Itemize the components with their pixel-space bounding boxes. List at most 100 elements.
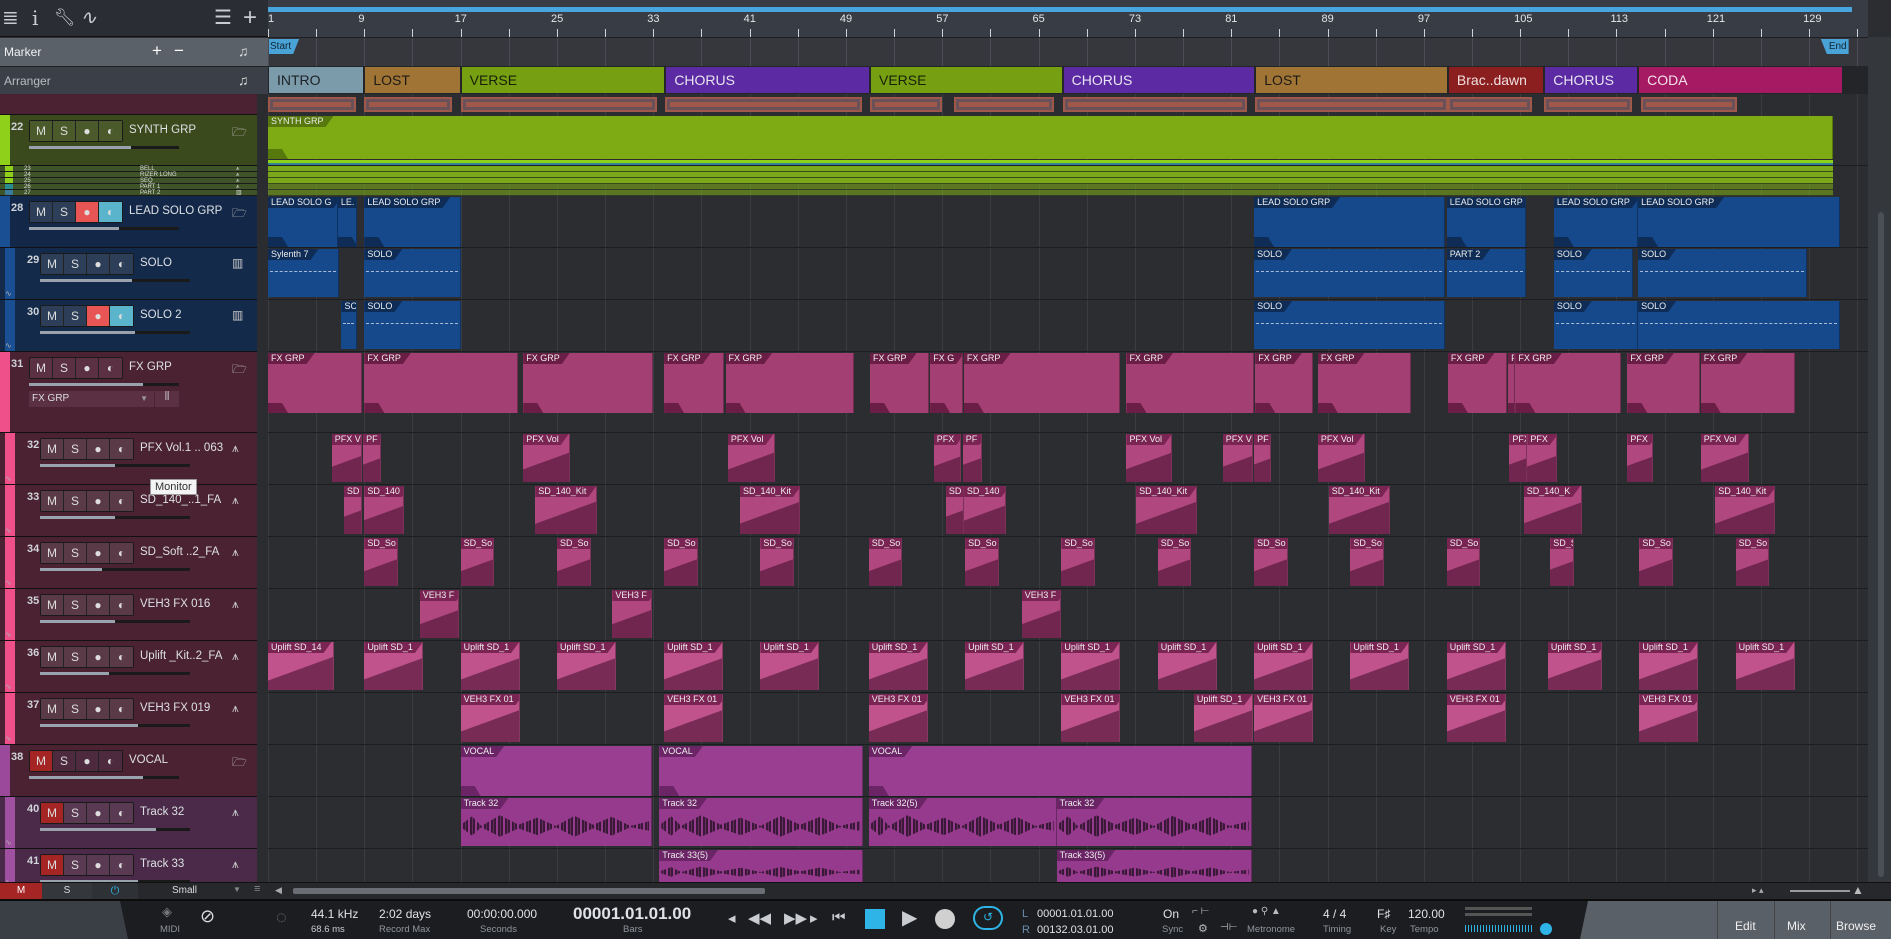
record-arm-button[interactable]: ● bbox=[87, 647, 110, 667]
mute-button[interactable]: M bbox=[41, 491, 64, 511]
clip[interactable]: PF bbox=[1254, 434, 1271, 482]
clip[interactable]: PFX Vol bbox=[523, 434, 571, 482]
toggle-icon[interactable] bbox=[1540, 923, 1552, 935]
clip[interactable]: SOLO bbox=[1553, 249, 1634, 297]
record-arm-button[interactable]: ● bbox=[87, 855, 110, 875]
mute-button[interactable]: M bbox=[30, 121, 53, 141]
play-button[interactable]: ▶ bbox=[902, 905, 917, 930]
fast-forward-icon[interactable]: ▶▶ bbox=[784, 909, 807, 927]
solo-button[interactable]: S bbox=[64, 439, 87, 459]
arranger-section-lost[interactable]: LOST bbox=[1256, 67, 1447, 93]
key-value[interactable]: F♯ bbox=[1377, 907, 1390, 921]
clip[interactable]: LEAD SOLO GRP bbox=[1254, 197, 1446, 247]
previous-marker-icon[interactable]: ◂ bbox=[728, 909, 736, 927]
track-header-31[interactable]: 31 M S ● ◐ FX GRP 🗁 FX GRP ▼ ⫼ bbox=[0, 352, 257, 433]
power-icon[interactable]: ⏻ bbox=[92, 883, 138, 899]
loop-left-value[interactable]: 00001.01.01.00 bbox=[1037, 908, 1113, 920]
track-name[interactable]: SD_140_..1_FA bbox=[140, 494, 235, 506]
edit-view-button[interactable]: Edit bbox=[1735, 919, 1756, 933]
track-header-40[interactable]: 40 M S ● ◐ Track 32 ⩚ ∿ bbox=[0, 797, 257, 849]
monitor-button[interactable]: ◐ bbox=[110, 803, 133, 823]
volume-fader[interactable] bbox=[40, 464, 190, 467]
track-header-41[interactable]: 41MS●◐Track 33⩚∿ bbox=[0, 849, 257, 882]
clip[interactable]: SD_So bbox=[1061, 538, 1096, 586]
bus-select[interactable]: FX GRP ▼ bbox=[29, 391, 154, 407]
clip[interactable]: SOLO bbox=[364, 301, 461, 349]
track-header-28[interactable]: 28 M S ● ◐ LEAD SOLO GRP 🗁 bbox=[0, 196, 257, 248]
clip[interactable]: PFX bbox=[1627, 434, 1653, 482]
volume-fader[interactable] bbox=[29, 383, 179, 386]
clip[interactable]: Uplift SD_1 bbox=[760, 642, 820, 690]
mute-button[interactable]: M bbox=[41, 254, 64, 274]
mute-button[interactable]: M bbox=[41, 306, 64, 326]
clip[interactable]: Uplift SD_1 bbox=[1547, 642, 1603, 690]
solo-button[interactable]: S bbox=[64, 647, 87, 667]
gear-icon[interactable]: ⚙ bbox=[1198, 922, 1208, 935]
clip[interactable]: LEAD SOLO G bbox=[268, 197, 338, 247]
clip[interactable]: LEAD SOLO GRP bbox=[1446, 197, 1527, 247]
arranger-section-chorus[interactable]: CHORUS bbox=[1545, 67, 1638, 93]
track-name[interactable]: VOCAL bbox=[129, 754, 224, 766]
record-arm-button[interactable]: ● bbox=[87, 699, 110, 719]
clip[interactable]: SOLO bbox=[1254, 301, 1446, 349]
clip[interactable]: Uplift SD_1 bbox=[868, 642, 928, 690]
record-arm-button[interactable]: ● bbox=[87, 491, 110, 511]
record-arm-button[interactable]: ● bbox=[76, 358, 99, 378]
clip[interactable]: PF bbox=[962, 434, 982, 482]
browse-view-button[interactable]: Browse bbox=[1836, 919, 1876, 933]
clip[interactable]: SOLO bbox=[1254, 249, 1446, 297]
mute-button[interactable]: M bbox=[30, 358, 53, 378]
clip[interactable]: VEH3 FX 01 bbox=[460, 694, 520, 742]
clip[interactable]: SOLO bbox=[1638, 249, 1807, 297]
clip[interactable]: Uplift SD_1 bbox=[1061, 642, 1121, 690]
track-name[interactable]: SYNTH GRP bbox=[129, 124, 224, 136]
clip[interactable]: PF bbox=[363, 434, 382, 482]
monitor-button[interactable]: ◐ bbox=[110, 439, 133, 459]
record-arm-button[interactable]: ● bbox=[87, 306, 110, 326]
volume-fader[interactable] bbox=[40, 516, 190, 519]
clip[interactable]: PFX V bbox=[331, 434, 362, 482]
clip[interactable]: Uplift SD_1 bbox=[364, 642, 424, 690]
solo-button[interactable]: S bbox=[64, 699, 87, 719]
monitor-button[interactable]: ◐ bbox=[110, 595, 133, 615]
mute-button[interactable]: M bbox=[41, 647, 64, 667]
clip[interactable]: LE. bbox=[337, 197, 358, 247]
track-header-34[interactable]: 34 M S ● ◐ SD_Soft ..2_FA ⩚ ∿ bbox=[0, 537, 257, 589]
clip[interactable]: FX GRP bbox=[870, 353, 929, 413]
automation-icon[interactable]: ∿ bbox=[5, 630, 12, 639]
arranger-section-lost[interactable]: LOST bbox=[365, 67, 460, 93]
clip[interactable]: LEAD SOLO GRP bbox=[1638, 197, 1841, 247]
chevron-down-icon[interactable]: ▼ bbox=[233, 885, 241, 894]
mute-button[interactable]: M bbox=[41, 595, 64, 615]
clip[interactable]: Uplift SD_1 bbox=[1157, 642, 1217, 690]
clip[interactable]: SD_140 bbox=[364, 486, 405, 534]
record-button[interactable] bbox=[935, 909, 955, 929]
track-header-37[interactable]: 37 M S ● ◐ VEH3 FX 019 ⩚ ∿ bbox=[0, 693, 257, 745]
clip[interactable]: SD_So bbox=[1446, 538, 1481, 586]
automation-icon[interactable]: ∿ bbox=[5, 341, 12, 350]
track-lanes[interactable]: SYNTH GRP LEAD SOLO G LE. LEAD SOLO GRP LEAD… bbox=[268, 94, 1868, 882]
clip[interactable]: SD_So bbox=[1639, 538, 1674, 586]
monitor-button[interactable]: ◐ bbox=[110, 254, 133, 274]
clip[interactable]: SD bbox=[945, 486, 964, 534]
volume-fader[interactable] bbox=[40, 279, 190, 282]
volume-fader[interactable] bbox=[40, 568, 190, 571]
clip[interactable]: Uplift SD_1 bbox=[1193, 694, 1253, 742]
rewind-icon[interactable]: ◀◀ bbox=[748, 909, 771, 927]
track-name[interactable]: Track 32 bbox=[140, 806, 235, 818]
automation-icon[interactable]: ∿ bbox=[5, 734, 12, 743]
clip[interactable]: SD_So bbox=[556, 538, 591, 586]
clip[interactable]: SD_So bbox=[1350, 538, 1385, 586]
clip[interactable]: Track 32 bbox=[1056, 798, 1252, 846]
track-header-30[interactable]: 30 M S ● ◐ SOLO 2 ▥ ∿ bbox=[0, 300, 257, 352]
clip[interactable]: Uplift SD_1 bbox=[460, 642, 520, 690]
automation-icon[interactable]: ∿ bbox=[80, 8, 97, 28]
clip[interactable]: Track 33(5) bbox=[659, 850, 863, 882]
clip[interactable]: FX GRP bbox=[725, 353, 855, 413]
mute-button[interactable]: M bbox=[41, 855, 64, 875]
clip[interactable]: Uplift SD_1 bbox=[664, 642, 724, 690]
solo-button[interactable]: S bbox=[53, 121, 76, 141]
record-arm-button[interactable]: ● bbox=[87, 543, 110, 563]
clip[interactable]: FX GRP bbox=[1515, 353, 1622, 413]
clip[interactable]: VEH3 F bbox=[612, 590, 653, 638]
